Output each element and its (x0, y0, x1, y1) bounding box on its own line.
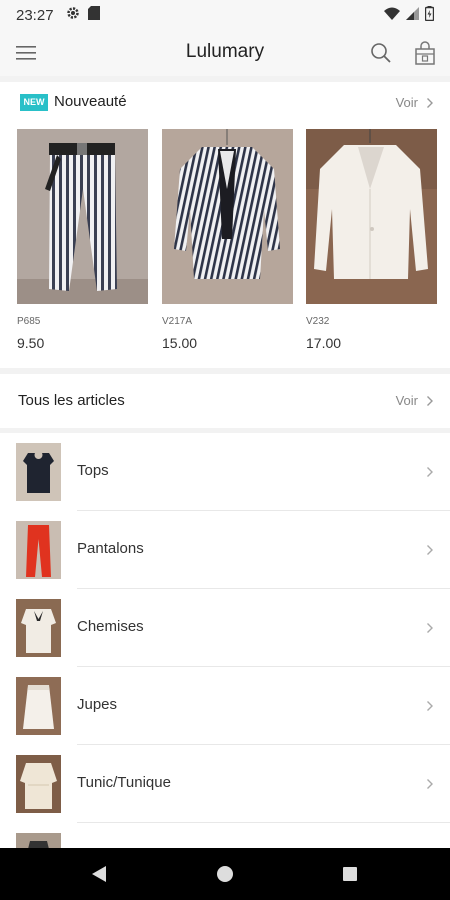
chevron-right-icon (427, 701, 433, 711)
category-thumbnail (16, 833, 61, 848)
category-item-tops[interactable]: Tops (0, 433, 450, 511)
all-articles-row[interactable]: Tous les articles Voir (0, 374, 450, 428)
search-icon[interactable] (369, 41, 393, 65)
shopping-bag-icon[interactable] (413, 40, 437, 66)
category-label: Tops (77, 462, 109, 479)
chevron-right-icon (427, 545, 433, 555)
sd-card-icon (87, 6, 100, 24)
new-arrivals-see-all[interactable]: Voir (396, 95, 434, 110)
product-ref: V217A (162, 316, 193, 327)
status-bar: 23:27 (0, 0, 450, 30)
product-card[interactable]: P685 9.50 (17, 129, 148, 351)
app-bar: Lulumary (0, 30, 450, 76)
category-item-tunic[interactable]: Tunic/Tunique (0, 745, 450, 823)
category-item-chemises[interactable]: Chemises (0, 589, 450, 667)
recents-icon[interactable] (342, 866, 358, 886)
home-icon[interactable] (216, 865, 234, 887)
category-thumbnail (16, 599, 61, 657)
category-label: Tunic/Tunique (77, 774, 171, 791)
product-card[interactable]: V217A 15.00 (162, 129, 293, 351)
product-image (306, 129, 437, 304)
wifi-icon (384, 7, 400, 24)
product-ref: V232 (306, 316, 330, 327)
category-item-partial[interactable] (0, 823, 450, 848)
product-card[interactable]: V232 17.00 (306, 129, 437, 351)
category-thumbnail (16, 755, 61, 813)
new-badge: NEW (20, 94, 48, 111)
settings-icon (66, 6, 80, 24)
new-arrivals-section: NEW Nouveauté Voir P685 9.50 V217A 15.00… (0, 82, 450, 368)
new-arrivals-header[interactable]: NEW Nouveauté Voir (0, 82, 450, 126)
product-price: 9.50 (17, 335, 45, 351)
chevron-right-icon (427, 623, 433, 633)
all-articles-title: Tous les articles (18, 392, 125, 409)
category-item-jupes[interactable]: Jupes (0, 667, 450, 745)
product-image (17, 129, 148, 304)
chevron-right-icon (427, 467, 433, 477)
chevron-right-icon (427, 97, 433, 108)
chevron-right-icon (427, 779, 433, 789)
chevron-right-icon (427, 395, 433, 406)
category-label: Pantalons (77, 540, 144, 557)
back-icon[interactable] (91, 865, 107, 887)
category-label: Chemises (77, 618, 144, 635)
see-all-label: Voir (395, 393, 418, 408)
system-nav-bar (0, 848, 450, 900)
product-ref: P685 (17, 316, 41, 327)
category-list: Tops Pantalons Chemises Jupes Tunic/Tuni… (0, 433, 450, 848)
category-thumbnail (16, 443, 61, 501)
see-all-label: Voir (395, 95, 418, 110)
all-articles-see-all[interactable]: Voir (396, 393, 434, 408)
signal-icon (406, 6, 419, 24)
product-price: 15.00 (162, 335, 198, 351)
category-thumbnail (16, 677, 61, 735)
category-thumbnail (16, 521, 61, 579)
category-item-pantalons[interactable]: Pantalons (0, 511, 450, 589)
new-arrivals-title: Nouveauté (54, 93, 127, 110)
product-price: 17.00 (306, 335, 342, 351)
battery-icon (424, 5, 435, 25)
category-label: Jupes (77, 696, 118, 713)
status-time: 23:27 (16, 6, 54, 24)
product-image (162, 129, 293, 304)
